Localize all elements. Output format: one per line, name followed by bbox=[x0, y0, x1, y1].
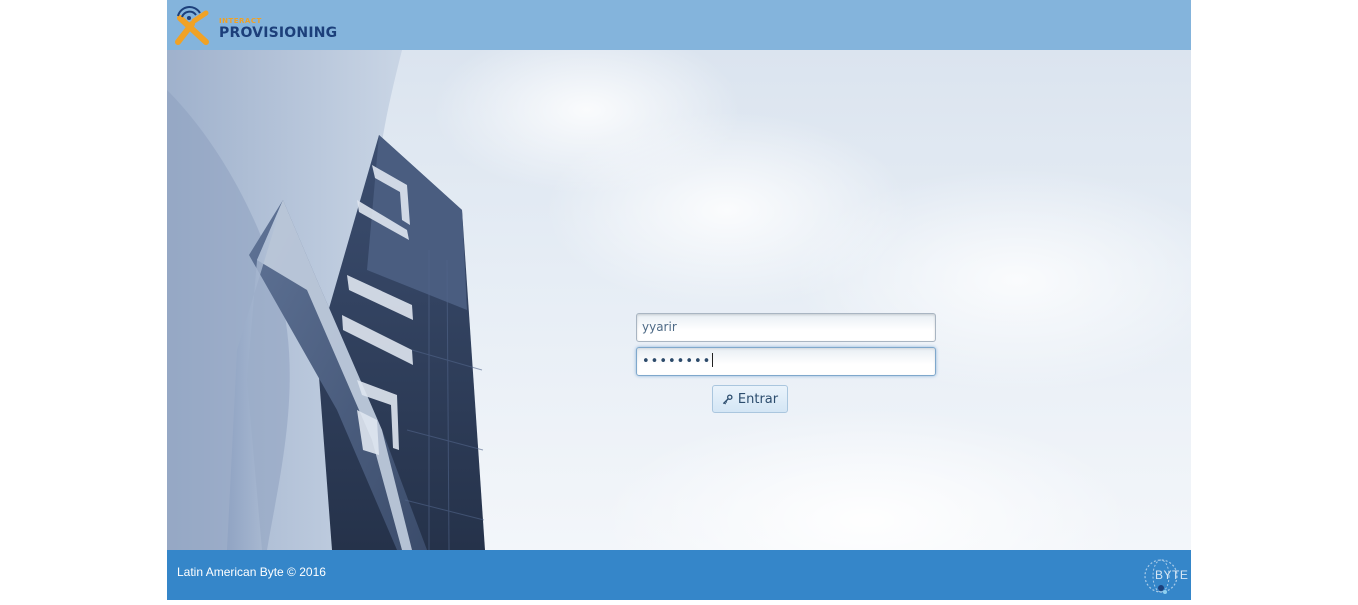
building-illustration bbox=[167, 50, 485, 550]
app-logo: INTERACT PROVISIONING bbox=[172, 4, 337, 46]
logo-title: PROVISIONING bbox=[219, 25, 338, 41]
logo-subtitle: INTERACT bbox=[219, 17, 262, 25]
byte-logo-text: BYTE bbox=[1155, 568, 1189, 582]
header-bar: INTERACT PROVISIONING bbox=[167, 0, 1191, 50]
username-input[interactable]: yyarir bbox=[636, 313, 936, 342]
hero-background: yyarir •••••••• Entrar bbox=[167, 50, 1191, 550]
username-value: yyarir bbox=[642, 320, 677, 334]
key-icon bbox=[722, 393, 733, 405]
password-input[interactable]: •••••••• bbox=[636, 347, 936, 376]
footer-bar: Latin American Byte © 2016 BYTE bbox=[167, 550, 1191, 600]
copyright-text: Latin American Byte © 2016 bbox=[177, 565, 326, 579]
provisioning-logo-icon bbox=[175, 6, 209, 45]
login-button[interactable]: Entrar bbox=[712, 385, 788, 413]
page-frame: INTERACT PROVISIONING yyarir •••••••• En… bbox=[167, 0, 1191, 600]
password-value: •••••••• bbox=[642, 354, 712, 369]
text-caret bbox=[712, 353, 714, 367]
byte-logo: BYTE bbox=[1143, 554, 1191, 598]
login-button-label: Entrar bbox=[737, 391, 779, 407]
